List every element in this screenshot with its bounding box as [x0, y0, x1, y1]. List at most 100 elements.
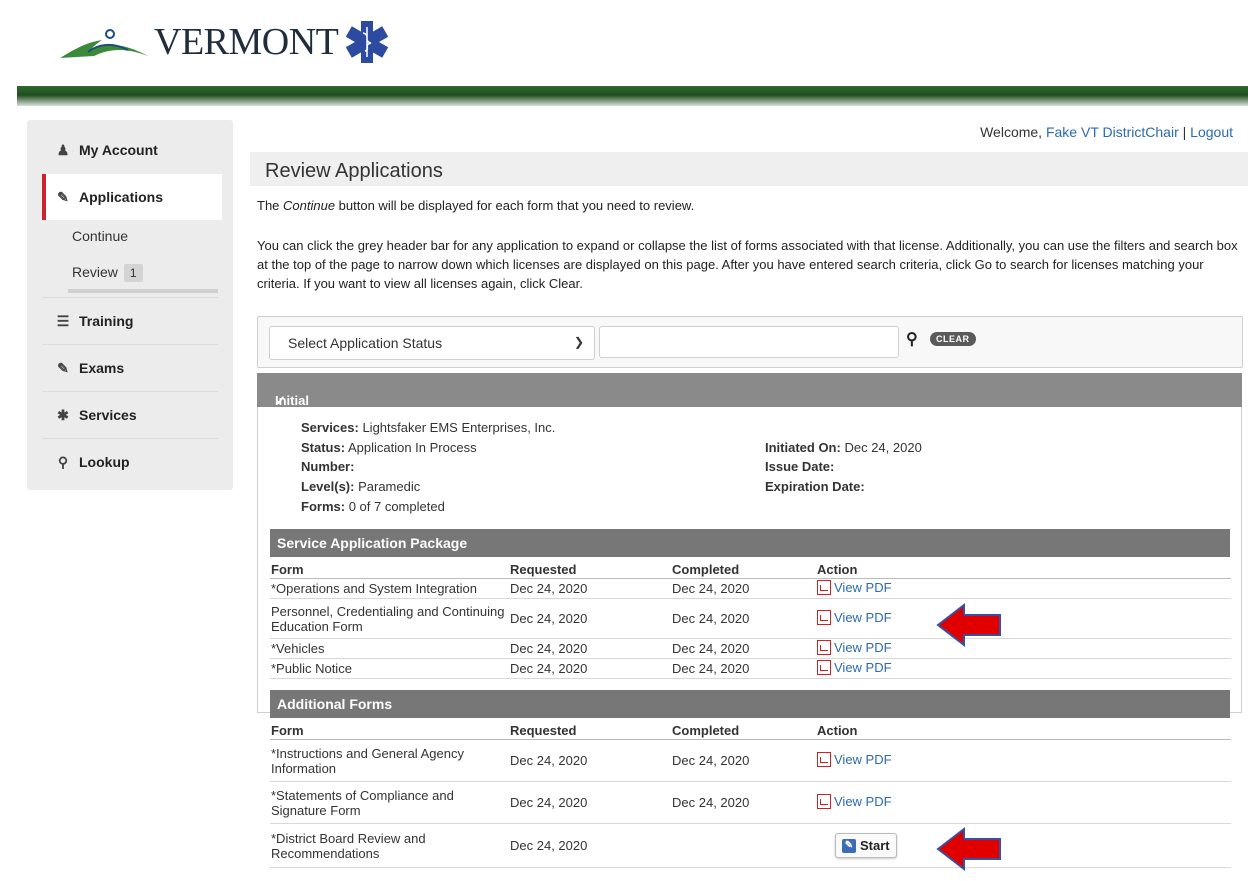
sidebar-item-label: My Account	[79, 142, 158, 158]
logout-link[interactable]: Logout	[1190, 124, 1233, 140]
vermont-logo[interactable]: VERMONT	[58, 12, 390, 72]
cell-requested: Dec 24, 2020	[510, 823, 672, 868]
review-count-badge: 1	[123, 264, 143, 282]
link-label: View PDF	[834, 579, 892, 595]
cell-requested: Dec 24, 2020	[510, 781, 672, 824]
value: Lightsfaker EMS Enterprises, Inc.	[362, 420, 556, 435]
link-label: View PDF	[834, 609, 892, 625]
cell-completed: Dec 24, 2020	[672, 598, 817, 639]
label: Services:	[301, 420, 359, 435]
col-action: Action	[817, 722, 1231, 740]
search-input[interactable]	[599, 326, 899, 358]
value: Application In Process	[347, 440, 477, 455]
cell-requested: Dec 24, 2020	[510, 578, 672, 599]
application-header-bar[interactable]: ✓︎ Initial Agency License Application - …	[257, 373, 1242, 498]
brand-wordmark: VERMONT	[154, 21, 339, 63]
view-pdf-link[interactable]: View PDF	[817, 793, 892, 809]
sidebar-item-services[interactable]: ✱ Services	[42, 391, 218, 438]
cell-action: View PDF	[817, 781, 1231, 824]
label: Initiated On:	[765, 440, 841, 455]
status-select[interactable]: Select Application Status ❯	[269, 326, 595, 360]
info-status: Status: Application In Process	[301, 440, 477, 455]
sidebar-item-training[interactable]: ☰ Training	[42, 297, 218, 344]
info-expiration-date: Expiration Date:	[765, 479, 865, 494]
cell-form: *District Board Review and Recommendatio…	[270, 823, 510, 868]
header-green-bar	[17, 86, 1248, 106]
value: Dec 24, 2020	[844, 440, 922, 455]
col-completed: Completed	[672, 722, 817, 740]
sidebar-item-label: Applications	[79, 189, 164, 205]
sidebar-item-exams[interactable]: ✎ Exams	[42, 344, 218, 391]
view-pdf-link[interactable]: View PDF	[817, 751, 892, 767]
cell-completed: Dec 24, 2020	[672, 781, 817, 824]
sidebar-item-label: Lookup	[79, 454, 130, 470]
label: Number:	[301, 459, 355, 474]
section-header-additional: Additional Forms	[270, 690, 1230, 718]
info-issue-date: Issue Date:	[765, 459, 834, 474]
cell-requested: Dec 24, 2020	[510, 739, 672, 782]
cell-form: *Public Notice	[270, 658, 510, 679]
asterisk-icon: ✱	[57, 406, 69, 423]
link-label: View PDF	[834, 659, 892, 675]
sidebar-sub-continue[interactable]: Continue	[72, 228, 128, 244]
section-title: Additional Forms	[277, 696, 393, 712]
view-pdf-link[interactable]: View PDF	[817, 659, 892, 675]
intro-post: button will be displayed for each form t…	[335, 198, 695, 213]
chevron-down-icon: ❯	[573, 335, 584, 349]
cell-action: View PDF	[817, 638, 1231, 659]
pdf-icon	[817, 579, 831, 595]
annotation-arrow-icon	[936, 602, 1001, 648]
sidebar-item-applications[interactable]: ✎ Applications	[42, 174, 222, 220]
welcome-separator: |	[1178, 124, 1191, 140]
label: Forms:	[301, 499, 346, 514]
filter-panel: Select Application Status ❯ ⚲ CLEAR	[257, 316, 1243, 368]
form-edit-icon: ✎	[57, 359, 69, 376]
clear-button[interactable]: CLEAR	[930, 332, 976, 346]
view-pdf-link[interactable]: View PDF	[817, 609, 892, 625]
page-title-bar: Review Applications	[250, 152, 1248, 186]
pdf-icon	[817, 793, 831, 809]
sidebar-item-label: Training	[79, 313, 134, 329]
section-title: Service Application Package	[277, 535, 468, 551]
pdf-icon	[817, 751, 831, 767]
welcome-bar: Welcome, Fake VT DistrictChair | Logout	[980, 124, 1233, 140]
table-row: *Statements of Compliance and Signature …	[270, 781, 1231, 824]
view-pdf-link[interactable]: View PDF	[817, 579, 892, 595]
intro-text: The Continue button will be displayed fo…	[257, 198, 694, 213]
value: Paramedic	[358, 479, 421, 494]
user-link[interactable]: Fake VT DistrictChair	[1046, 124, 1179, 140]
cell-requested: Dec 24, 2020	[510, 658, 672, 679]
sidebar-sub-review[interactable]: Review 1	[72, 264, 143, 282]
search-icon: ⚲	[57, 453, 69, 470]
sidebar-item-lookup[interactable]: ⚲ Lookup	[42, 438, 218, 485]
intro-emphasis: Continue	[283, 198, 336, 213]
form-edit-icon: ✎	[57, 188, 69, 205]
link-label: View PDF	[834, 751, 892, 767]
cell-form: *Instructions and General Agency Informa…	[270, 739, 510, 782]
search-icon[interactable]: ⚲	[906, 329, 918, 349]
sidebar-item-my-account[interactable]: ♟ My Account	[42, 127, 218, 173]
page-title: Review Applications	[265, 160, 443, 182]
pdf-icon	[817, 609, 831, 625]
sidebar-item-label: Services	[79, 407, 137, 423]
value: 0 of 7 completed	[348, 499, 445, 514]
view-pdf-link[interactable]: View PDF	[817, 639, 892, 655]
table-row: *Instructions and General Agency Informa…	[270, 739, 1231, 782]
cell-requested: Dec 24, 2020	[510, 638, 672, 659]
cell-completed: Dec 24, 2020	[672, 638, 817, 659]
col-form: Form	[270, 722, 510, 740]
cell-form: *Operations and System Integration	[270, 578, 510, 599]
intro-pre: The	[257, 198, 284, 213]
cell-action: View PDF	[817, 739, 1231, 782]
cell-completed	[672, 823, 817, 868]
person-icon: ♟	[56, 141, 70, 158]
label: Expiration Date:	[765, 479, 865, 494]
annotation-arrow-icon	[936, 826, 1001, 872]
info-number: Number:	[301, 459, 354, 474]
status-select-value: Select Application Status	[288, 335, 443, 351]
cell-action: View PDF	[817, 598, 1231, 639]
start-button[interactable]: ✎ Start	[835, 833, 897, 858]
graduation-cap-icon: ☰	[56, 312, 70, 329]
pdf-icon	[817, 639, 831, 655]
label: Level(s):	[301, 479, 355, 494]
